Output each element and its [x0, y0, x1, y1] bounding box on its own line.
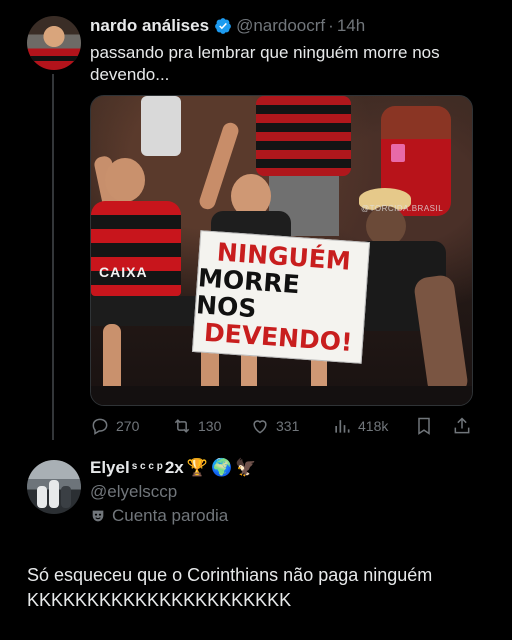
tweet-actions-bar: 270 130 331 418k	[90, 414, 474, 438]
parody-text: Cuenta parodia	[112, 506, 229, 525]
bookmark-icon	[418, 417, 430, 435]
separator-dot: ·	[328, 16, 334, 35]
trophy-icon: 🏆	[186, 458, 208, 477]
protest-sign: NINGUÉM MORRE NOS DEVENDO!	[191, 230, 371, 364]
reply-icon	[92, 418, 108, 435]
thread-connector-line	[52, 74, 54, 440]
parody-label: Cuenta parodia	[90, 506, 228, 526]
bookmark-button[interactable]	[414, 414, 440, 438]
share-button[interactable]	[452, 414, 478, 438]
user-handle[interactable]: @nardoocrf	[236, 16, 325, 36]
reply-button[interactable]: 270	[90, 414, 139, 438]
views-count: 418k	[358, 418, 389, 434]
timestamp[interactable]: 14h	[337, 16, 365, 36]
image-watermark: @TORCIDA.BRASIL	[361, 204, 444, 213]
repost-icon	[174, 419, 190, 433]
heart-icon	[253, 420, 267, 434]
display-name-row: Elyel s c c p 2x 🏆 🌍 🦅	[90, 458, 256, 478]
stand-floor	[91, 386, 472, 405]
avatar[interactable]	[27, 460, 81, 514]
tweet-text: Só esqueceu que o Corinthians não paga n…	[27, 565, 433, 610]
share-icon	[454, 417, 470, 434]
shirt-sponsor-text: CAIXA	[99, 264, 148, 280]
tweet-text: passando pra lembrar que ninguém morre n…	[90, 43, 440, 84]
user-handle[interactable]: @elyelsccp	[90, 482, 177, 502]
fan-shirt	[91, 201, 181, 296]
display-name[interactable]: Elyel	[90, 458, 130, 478]
eagle-icon: 🦅	[235, 458, 257, 477]
reply-count: 270	[116, 418, 140, 434]
name-suffix: 2x	[164, 458, 184, 477]
like-count: 331	[276, 418, 300, 434]
phone-shape	[391, 144, 405, 162]
like-button[interactable]: 331	[250, 414, 299, 438]
globe-icon: 🌍	[210, 458, 233, 477]
spectator-shape	[141, 96, 181, 156]
display-name[interactable]: nardo análises	[90, 16, 209, 36]
analytics-icon	[335, 420, 350, 433]
avatar[interactable]	[27, 16, 81, 70]
verified-badge-icon	[215, 18, 231, 34]
repost-button[interactable]: 130	[172, 414, 221, 438]
spectator-shirt-striped	[256, 96, 351, 176]
repost-count: 130	[198, 418, 222, 434]
views-button[interactable]: 418k	[332, 414, 388, 438]
theater-mask-icon	[92, 510, 104, 522]
name-superscript: s c c p	[131, 460, 163, 472]
fan-shorts	[91, 296, 201, 326]
tweet-header: nardo análises @nardoocrf · 14h	[90, 16, 365, 36]
fan-head	[105, 158, 145, 202]
